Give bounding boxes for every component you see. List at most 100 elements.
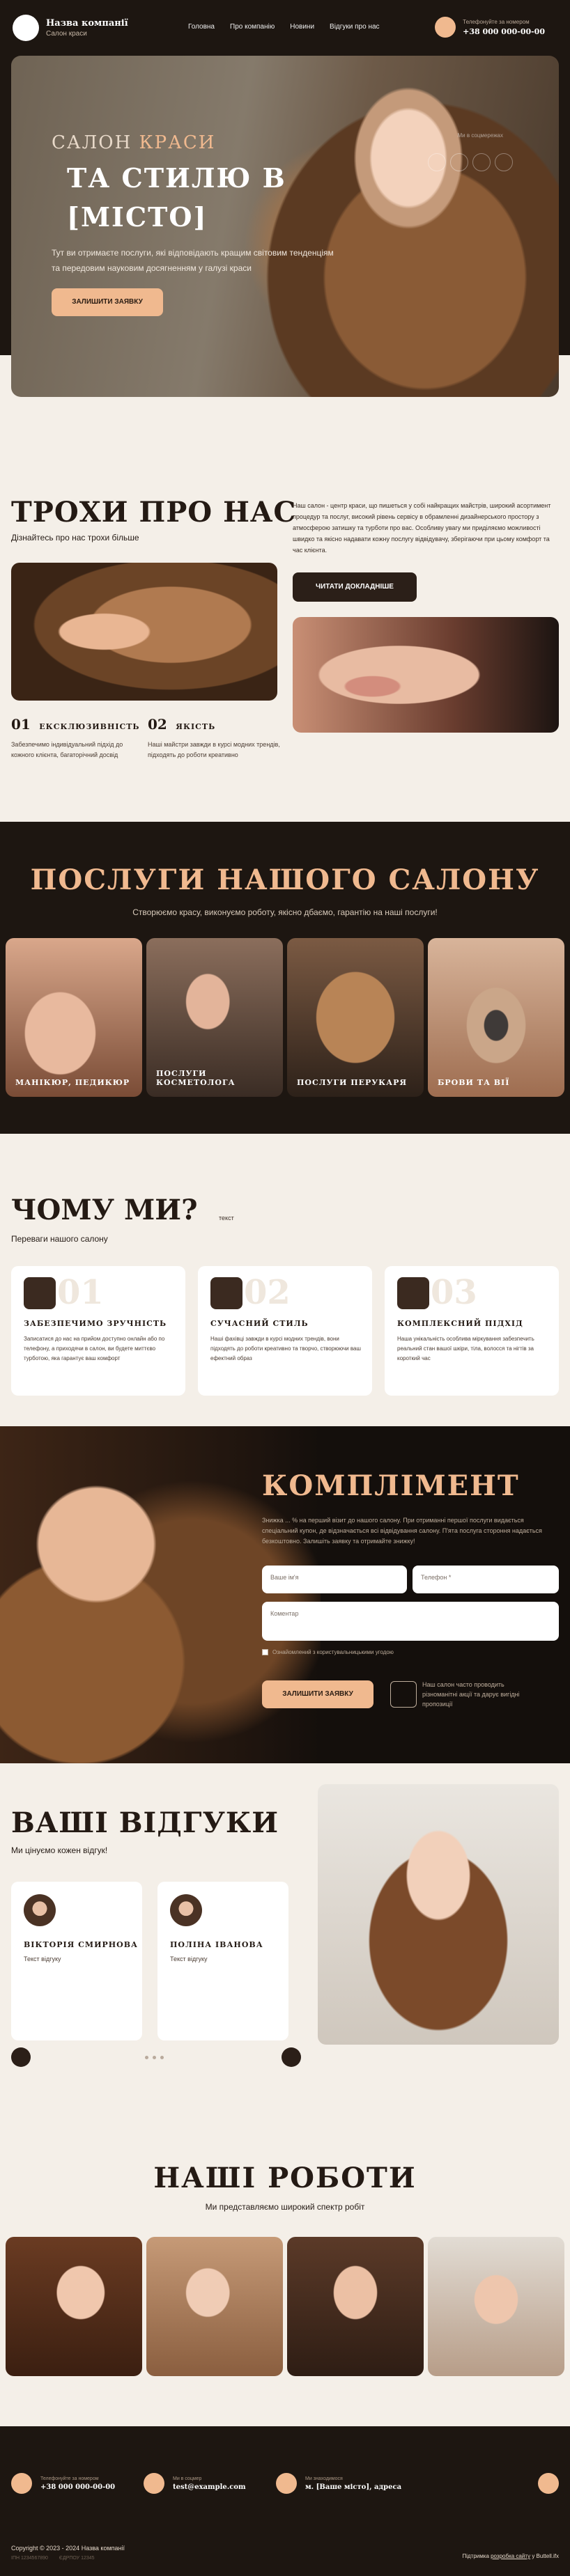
services-section: ПОСЛУГИ НАШОГО САЛОНУ Створюємо красу, в… (0, 822, 570, 1134)
nav-item-about[interactable]: Про компанію (230, 23, 275, 31)
email-icon[interactable] (144, 2473, 164, 2494)
social-icon[interactable] (495, 153, 513, 171)
carousel-dot[interactable] (160, 2056, 164, 2059)
header-phone: Телефонуйте за номером +38 000 000-00-00 (435, 17, 545, 38)
why-card-desc: Наші фахівці завжди в курсі модних тренд… (210, 1336, 361, 1361)
about-section: ТРОХИ ПРО НАС Дізнайтесь про нас трохи б… (0, 418, 570, 822)
nav-item-news[interactable]: Новини (290, 23, 314, 31)
why-card-num: 02 (244, 1273, 291, 1312)
feature-desc: Наші майстри завжди в курсі модних тренд… (148, 741, 280, 758)
why-card-num: 01 (57, 1273, 104, 1312)
hero-title: ТА СТИЛЮ В [МІСТО] (67, 162, 286, 233)
footer-phone-label: Телефонуйте за номером (40, 2476, 99, 2481)
why-card: 03 КОМПЛЕКСНИЙ ПІДХІД Наша унікальність … (385, 1266, 559, 1396)
feature-num: 01 (11, 716, 31, 733)
scroll-top-icon[interactable] (538, 2473, 559, 2494)
reviewer-name: ПОЛІНА ІВАНОВА (170, 1940, 263, 1949)
avatar (170, 1894, 202, 1926)
works-subtitle: Ми представляємо широкий спектр робіт (205, 2202, 365, 2212)
why-card-num: 03 (431, 1273, 477, 1312)
service-label: МАНІКЮР, ПЕДИКЮР (15, 1078, 130, 1087)
next-arrow-icon[interactable] (282, 2047, 301, 2067)
carousel-dot[interactable] (145, 2056, 148, 2059)
why-subtitle: Переваги нашого салону (11, 1234, 108, 1244)
prev-arrow-icon[interactable] (11, 2047, 31, 2067)
why-title: ЧОМУ МИ? (11, 1194, 198, 1226)
review-card: ВІКТОРІЯ СМИРНОВА Текст відгуку (11, 1882, 142, 2040)
developer-credit: Підтримка розробка сайту у Buttell.ifx (462, 2553, 559, 2559)
legal-edrpou: ЄДРПОУ 12345 (59, 2556, 95, 2561)
service-card-hairdresser[interactable]: ПОСЛУГИ ПЕРУКАРЯ (287, 938, 424, 1097)
style-icon (210, 1277, 242, 1309)
about-title: ТРОХИ ПРО НАС (11, 496, 297, 529)
why-card-desc: Записатися до нас на прийом доступно онл… (24, 1336, 165, 1361)
why-card-name: КОМПЛЕКСНИЙ ПІДХІД (397, 1319, 523, 1328)
promo-note: Наш салон часто проводить різноманітні а… (422, 1681, 520, 1708)
carousel-dot[interactable] (153, 2056, 156, 2059)
works-title: НАШІ РОБОТИ (153, 2162, 417, 2194)
read-more-button[interactable]: ЧИТАТИ ДОКЛАДНІШЕ (293, 572, 417, 602)
social-label: Ми в соцмережах (457, 132, 503, 139)
social-icon[interactable] (472, 153, 491, 171)
review-text: Текст відгуку (24, 1956, 61, 1962)
footer-email-label: Ми в соцмер (173, 2476, 202, 2481)
complex-icon (397, 1277, 429, 1309)
site-header: Назва компанії Салон краси Головна Про к… (0, 0, 570, 56)
phone-icon[interactable] (435, 17, 456, 38)
hero-subtitle-a: САЛОН (52, 132, 139, 153)
work-photo[interactable] (428, 2237, 564, 2376)
comment-field[interactable]: Коментар (262, 1602, 559, 1641)
compliment-title: КОМПЛІМЕНТ (262, 1469, 520, 1502)
footer-email-value[interactable]: test@example.com (173, 2483, 246, 2491)
phone-icon[interactable] (11, 2473, 32, 2494)
service-card-brows[interactable]: БРОВИ ТА ВІЇ (428, 938, 564, 1097)
service-card-manicure[interactable]: МАНІКЮР, ПЕДИКЮР (6, 938, 142, 1097)
works-section: НАШІ РОБОТИ Ми представляємо широкий спе… (0, 2120, 570, 2426)
convenience-icon (24, 1277, 56, 1309)
footer-address: Ми знаходимося м. [Ваше місто], адреса (276, 2473, 401, 2494)
feature-quality: 02 ЯКІСТЬ Наші майстри завжди в курсі мо… (148, 716, 280, 760)
carousel-dots (145, 2056, 164, 2059)
hero-cta-button[interactable]: ЗАЛИШИТИ ЗАЯВКУ (52, 288, 163, 316)
phone-number[interactable]: +38 000 000-00-00 (463, 27, 545, 36)
copyright: Copyright © 2023 - 2024 Назва компанії (11, 2545, 125, 2552)
service-label: БРОВИ ТА ВІЇ (438, 1078, 510, 1087)
reviewer-name: ВІКТОРІЯ СМИРНОВА (24, 1940, 138, 1949)
why-tag: текст (219, 1215, 234, 1221)
hero-section: САЛОН КРАСИ ТА СТИЛЮ В [МІСТО] Тут ви от… (0, 56, 570, 418)
social-icon[interactable] (428, 153, 446, 171)
name-field[interactable]: Ваше ім'я (262, 1566, 407, 1593)
services-title: ПОСЛУГИ НАШОГО САЛОНУ (30, 864, 540, 896)
legal-info: ІПН 1234567890 ЄДРПОУ 12345 (11, 2556, 95, 2561)
about-subtitle: Дізнайтесь про нас трохи більше (11, 533, 139, 542)
feature-exclusive: 01 ЕКСКЛЮЗИВНІСТЬ Забезпечимо індивідуал… (11, 716, 144, 760)
reviews-section: ВАШІ ВІДГУКИ Ми цінуємо кожен відгук! ВІ… (0, 1763, 570, 2120)
why-card-name: ЗАБЕЗПЕЧИМО ЗРУЧНІСТЬ (24, 1319, 167, 1328)
hero-subtitle: САЛОН КРАСИ (52, 132, 215, 153)
reviews-subtitle: Ми цінуємо кожен відгук! (11, 1845, 108, 1855)
services-subtitle: Створюємо красу, виконуємо роботу, якісн… (132, 907, 438, 917)
why-card-desc: Наша унікальність особлива міркування за… (397, 1336, 534, 1361)
why-card: 01 ЗАБЕЗПЕЧИМО ЗРУЧНІСТЬ Записатися до н… (11, 1266, 185, 1396)
work-photo[interactable] (146, 2237, 283, 2376)
work-photo[interactable] (287, 2237, 424, 2376)
nav-item-home[interactable]: Головна (188, 23, 215, 31)
consent-checkbox[interactable]: Ознайомлений з користувальницькими угодо… (262, 1649, 394, 1655)
submit-request-button[interactable]: ЗАЛИШИТИ ЗАЯВКУ (262, 1680, 373, 1708)
checkbox-icon[interactable] (262, 1649, 268, 1655)
footer-address-value: м. [Ваше місто], адреса (305, 2483, 402, 2491)
service-card-cosmetology[interactable]: ПОСЛУГИ КОСМЕТОЛОГА (146, 938, 283, 1097)
compliment-section: КОМПЛІМЕНТ Знижка ... % на перший візит … (0, 1426, 570, 1763)
phone-field[interactable]: Телефон * (413, 1566, 559, 1593)
about-text: Наш салон - центр краси, що пишеться у с… (293, 502, 551, 554)
work-photo[interactable] (6, 2237, 142, 2376)
dev-link[interactable]: розробка сайту (491, 2553, 530, 2559)
review-card: ПОЛІНА ІВАНОВА Текст відгуку (157, 1882, 288, 2040)
footer-phone-number[interactable]: +38 000 000-00-00 (40, 2483, 115, 2491)
social-icon[interactable] (450, 153, 468, 171)
service-label: ПОСЛУГИ КОСМЕТОЛОГА (156, 1069, 236, 1087)
feature-name: ЕКСКЛЮЗИВНІСТЬ (39, 722, 140, 731)
consent-label: Ознайомлений з користувальницькими угодо… (272, 1649, 394, 1655)
nav-item-reviews[interactable]: Відгуки про нас (330, 23, 380, 31)
logo-icon[interactable] (13, 15, 39, 41)
